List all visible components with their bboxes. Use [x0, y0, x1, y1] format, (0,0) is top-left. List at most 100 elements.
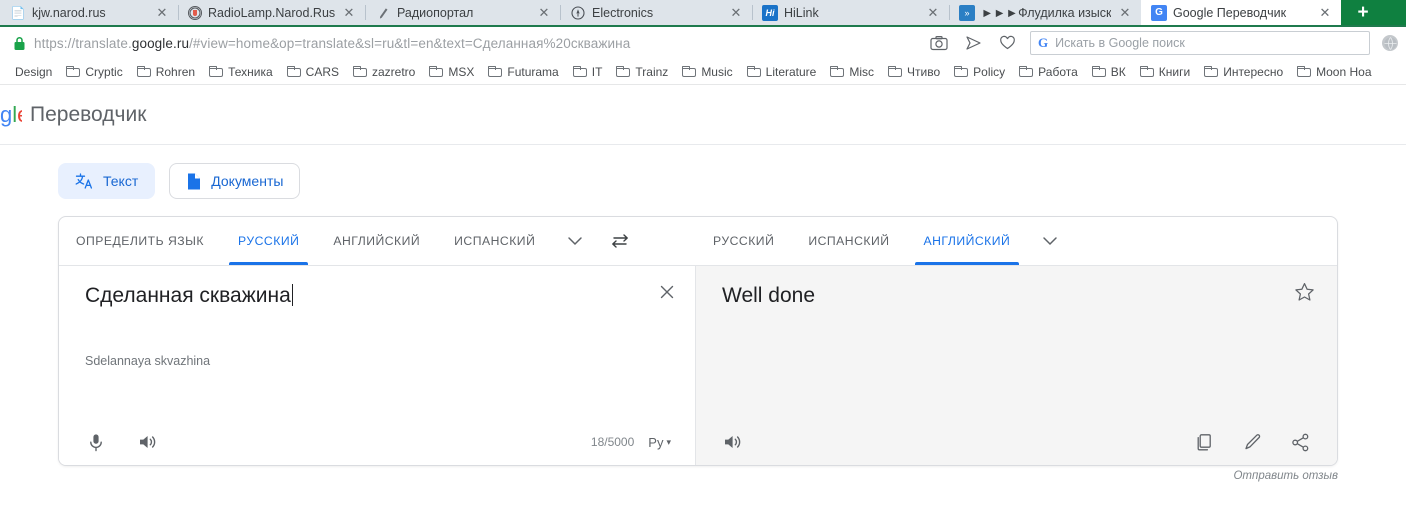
camera-icon[interactable]	[930, 34, 948, 52]
pencil-icon[interactable]	[1239, 429, 1265, 455]
new-tab-button[interactable]: +	[1341, 0, 1385, 25]
bookmark-label: Чтиво	[907, 64, 941, 79]
browser-tab[interactable]: » ►►►Флудилка изысканн ✕	[949, 0, 1141, 25]
browser-tab-active[interactable]: G Google Переводчик ✕	[1141, 0, 1341, 25]
bookmark-item[interactable]: Trainz	[609, 63, 675, 81]
bookmark-label: Policy	[973, 64, 1006, 79]
source-textarea[interactable]: Сделанная скважина	[85, 282, 635, 310]
share-icon[interactable]	[1287, 429, 1313, 455]
send-icon[interactable]	[964, 34, 982, 52]
bookmark-item[interactable]: Книги	[1133, 63, 1197, 81]
character-counter: 18/5000	[590, 435, 635, 449]
target-lang-russian[interactable]: РУССКИЙ	[696, 217, 791, 265]
bookmark-item[interactable]: IT	[566, 63, 610, 81]
translate-card: ОПРЕДЕЛИТЬ ЯЗЫК РУССКИЙ АНГЛИЙСКИЙ ИСПАН…	[58, 216, 1338, 466]
tab-title: kjw.narod.rus	[32, 5, 106, 20]
search-input[interactable]: G Искать в Google поиск	[1030, 31, 1370, 55]
google-g-icon: G	[1038, 35, 1049, 50]
tab-title: Electronics	[592, 5, 654, 20]
omnibox-actions	[916, 34, 1030, 52]
tab-close-button[interactable]: ✕	[925, 5, 941, 21]
bookmark-label: MSX	[448, 64, 475, 79]
bookmark-item[interactable]: Misc	[823, 63, 881, 81]
source-lang-russian[interactable]: РУССКИЙ	[221, 217, 316, 265]
logo-letter: e	[17, 102, 22, 128]
chevron-down-icon[interactable]	[1027, 217, 1073, 265]
translate-text-icon	[75, 172, 94, 190]
swap-languages-icon[interactable]	[598, 217, 642, 265]
target-pane-footer	[696, 429, 1337, 455]
tab-close-button[interactable]: ✕	[536, 5, 552, 21]
hilink-icon: Hi	[762, 4, 778, 21]
bookmark-item[interactable]: CARS	[280, 63, 346, 81]
chevron-down-icon[interactable]	[552, 217, 598, 265]
url-domain: google.ru	[131, 35, 190, 51]
bookmark-item[interactable]: Music	[675, 63, 739, 81]
browser-tab[interactable]: RadioLamp.Narod.Rus - «Б ✕	[178, 0, 365, 25]
speaker-icon[interactable]	[720, 429, 746, 455]
tab-close-button[interactable]: ✕	[728, 5, 744, 21]
url-prefix: https://translate.	[34, 35, 132, 51]
bookmark-item[interactable]: MSX	[422, 63, 481, 81]
browser-tab[interactable]: Electronics ✕	[560, 0, 752, 25]
tab-close-button[interactable]: ✕	[154, 5, 170, 21]
folder-icon	[1019, 66, 1034, 77]
target-lang-spanish[interactable]: ИСПАНСКИЙ	[791, 217, 906, 265]
source-lang-spanish[interactable]: ИСПАНСКИЙ	[437, 217, 552, 265]
bookmark-label: Moon Hoa	[1316, 64, 1372, 79]
bookmark-item[interactable]: zazretro	[346, 63, 422, 81]
tab-text[interactable]: Текст	[58, 163, 156, 199]
tab-title: Google Переводчик	[1173, 5, 1287, 20]
tab-documents[interactable]: Документы	[169, 163, 301, 199]
send-feedback-link[interactable]: Отправить отзыв	[1233, 470, 1338, 482]
address-bar[interactable]: https://translate.google.ru/#view=home&o…	[30, 36, 916, 51]
bookmark-item[interactable]: Literature	[740, 63, 824, 81]
google-translate-page: gle Переводчик Текст Документы ОПРЕДЕЛИТ…	[0, 85, 1406, 505]
source-pane-footer: 18/5000 Ру ▾	[59, 429, 695, 455]
target-lang-english[interactable]: АНГЛИЙСКИЙ	[907, 217, 1028, 265]
tab-close-button[interactable]: ✕	[1117, 5, 1133, 21]
globe-icon[interactable]	[1382, 35, 1398, 51]
radiolamp-icon	[188, 5, 202, 20]
forum-icon: »	[959, 4, 975, 21]
folder-icon	[830, 66, 845, 77]
keyboard-language-selector[interactable]: Ру ▾	[648, 435, 671, 450]
google-translate-icon: G	[1151, 4, 1167, 21]
tab-title: HiLink	[784, 5, 819, 20]
bookmark-label: Работа	[1038, 64, 1078, 79]
folder-icon	[429, 66, 444, 77]
bookmark-item[interactable]: Работа	[1012, 63, 1085, 81]
bookmark-item[interactable]: Техника	[202, 63, 280, 81]
bookmark-item[interactable]: Futurama	[481, 63, 565, 81]
bookmark-label: Интересно	[1223, 64, 1284, 79]
bookmark-item[interactable]: ВК	[1085, 63, 1133, 81]
star-outline-icon[interactable]	[1291, 279, 1317, 305]
source-lang-english[interactable]: АНГЛИЙСКИЙ	[316, 217, 437, 265]
speaker-icon[interactable]	[135, 429, 161, 455]
bookmark-item[interactable]: Moon Hoa	[1290, 63, 1378, 81]
url-suffix: /#view=home&op=translate&sl=ru&tl=en&tex…	[189, 35, 631, 51]
bookmark-item[interactable]: Интересно	[1197, 63, 1290, 81]
browser-tab[interactable]: Радиопортал ✕	[365, 0, 560, 25]
clear-source-button[interactable]	[655, 280, 679, 304]
bookmark-label: Music	[701, 64, 733, 79]
bookmark-item[interactable]: Rohren	[130, 63, 202, 81]
bookmark-item[interactable]: Cryptic	[59, 63, 129, 81]
tab-title: ►►►Флудилка изысканн	[981, 5, 1111, 20]
heart-icon[interactable]	[998, 34, 1016, 52]
browser-tab[interactable]: 📄 kjw.narod.rus ✕	[0, 0, 178, 25]
bookmark-item[interactable]: Design	[8, 63, 59, 81]
microphone-icon[interactable]	[83, 429, 109, 455]
tab-close-button[interactable]: ✕	[1317, 5, 1333, 21]
bookmark-label: CARS	[305, 64, 339, 79]
tab-close-button[interactable]: ✕	[341, 5, 357, 21]
google-logo[interactable]: gle	[0, 102, 22, 128]
bookmark-item[interactable]: Policy	[947, 63, 1012, 81]
source-lang-detect[interactable]: ОПРЕДЕЛИТЬ ЯЗЫК	[59, 217, 221, 265]
bookmark-item[interactable]: Чтиво	[881, 63, 947, 81]
browser-tab[interactable]: Hi HiLink ✕	[752, 0, 949, 25]
folder-icon	[66, 66, 81, 77]
bookmark-label: Misc	[849, 64, 875, 79]
copy-icon[interactable]	[1191, 429, 1217, 455]
chevron-down-icon: ▾	[666, 436, 671, 447]
